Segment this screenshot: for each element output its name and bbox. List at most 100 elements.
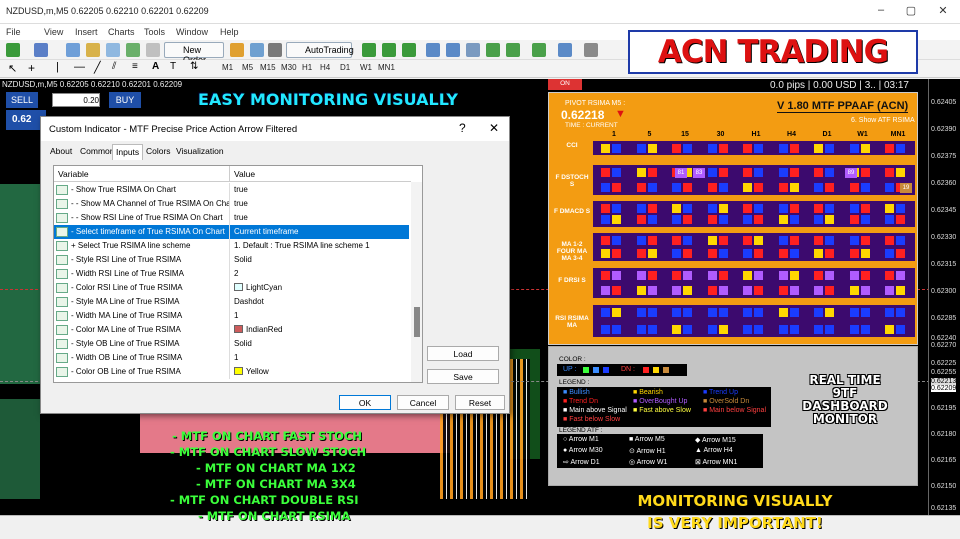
color-swatch[interactable] (234, 283, 243, 291)
cursor-icon[interactable]: ↖ (8, 62, 17, 75)
tf-m5[interactable]: M5 (242, 63, 253, 72)
value-cell[interactable]: 1. Default : True RSIMA line scheme 1 (229, 239, 409, 253)
line-chart-icon[interactable] (402, 43, 416, 57)
chart-shift-icon[interactable] (486, 43, 500, 57)
tab-colors[interactable]: Colors (143, 144, 174, 159)
maximize-icon[interactable]: ▢ (898, 4, 924, 20)
metaeditor-icon[interactable] (230, 43, 244, 57)
crosshair-icon[interactable]: + (28, 61, 35, 75)
value-cell[interactable]: LightCyan (229, 281, 409, 295)
cancel-button[interactable]: Cancel (397, 395, 449, 410)
save-button[interactable]: Save (427, 369, 499, 384)
tf-h1[interactable]: H1 (302, 63, 312, 72)
color-swatch[interactable] (234, 367, 243, 375)
input-row[interactable]: - Style RSI Line of True RSIMA Solid (54, 253, 409, 267)
grid-scrollbar[interactable] (411, 182, 422, 382)
input-row[interactable]: - Select timeframe of True RSIMA On Char… (54, 225, 409, 239)
menu-window[interactable]: Window (176, 27, 208, 37)
sell-button[interactable]: SELL (6, 92, 38, 108)
input-row[interactable]: - Show True RSIMA On Chart true (54, 183, 409, 197)
value-cell[interactable]: Solid (229, 253, 409, 267)
close-icon[interactable]: ✕ (930, 4, 956, 20)
autoscroll-icon[interactable] (506, 43, 520, 57)
templates-icon[interactable] (584, 43, 598, 57)
fibonacci-icon[interactable]: ≡ (132, 61, 138, 72)
terminal-icon[interactable] (126, 43, 140, 57)
color-swatch[interactable] (234, 325, 243, 333)
value-cell[interactable]: true (229, 211, 409, 225)
tf-m30[interactable]: M30 (281, 63, 297, 72)
profiles-icon[interactable] (34, 43, 48, 57)
tf-m15[interactable]: M15 (260, 63, 276, 72)
community-icon[interactable] (250, 43, 264, 57)
tester-icon[interactable] (146, 43, 160, 57)
new-order-button[interactable]: New Order (164, 42, 224, 65)
load-button[interactable]: Load (427, 346, 499, 361)
bar-chart-icon[interactable] (362, 43, 376, 57)
column-header-variable[interactable]: Variable (54, 166, 229, 182)
dialog-close-icon[interactable]: ✕ (489, 121, 499, 135)
value-cell[interactable]: IndianRed (229, 323, 409, 337)
autotrading-button[interactable]: AutoTrading (286, 42, 354, 58)
text-tool-icon[interactable]: A (152, 61, 159, 72)
input-row[interactable]: + Select True RSIMA line scheme 1. Defaul… (54, 239, 409, 253)
value-cell[interactable]: 1 (229, 351, 409, 365)
tf-m1[interactable]: M1 (222, 63, 233, 72)
help-icon[interactable]: ? (459, 121, 466, 135)
value-cell[interactable]: 2 (229, 267, 409, 281)
tile-windows-icon[interactable] (466, 43, 480, 57)
tab-about[interactable]: About (47, 144, 75, 159)
value-cell[interactable]: Dashdot (229, 295, 409, 309)
input-row[interactable]: - Width MA Line of True RSIMA 1 (54, 309, 409, 323)
minimize-icon[interactable]: – (868, 4, 894, 20)
menu-tools[interactable]: Tools (144, 27, 165, 37)
indicators-icon[interactable] (532, 43, 546, 57)
zoom-out-icon[interactable] (446, 43, 460, 57)
navigator-icon[interactable] (106, 43, 120, 57)
input-row[interactable]: - Style MA Line of True RSIMA Dashdot (54, 295, 409, 309)
value-cell[interactable]: true (229, 197, 409, 211)
market-watch-icon[interactable] (66, 43, 80, 57)
menu-view[interactable]: View (44, 27, 63, 37)
horizontal-line-icon[interactable]: — (74, 61, 85, 73)
data-window-icon[interactable] (86, 43, 100, 57)
grid-scroll-thumb[interactable] (414, 307, 420, 337)
menu-charts[interactable]: Charts (108, 27, 135, 37)
input-row[interactable]: - Width OB Line of True RSIMA 1 (54, 351, 409, 365)
tf-d1[interactable]: D1 (340, 63, 350, 72)
channel-icon[interactable]: ⫽ (112, 61, 116, 72)
input-row[interactable]: - Width RSI Line of True RSIMA 2 (54, 267, 409, 281)
periods-icon[interactable] (558, 43, 572, 57)
lots-input[interactable] (52, 93, 100, 107)
tf-h4[interactable]: H4 (320, 63, 330, 72)
value-cell[interactable]: 1 (229, 309, 409, 323)
input-row[interactable]: - - Show RSI Line of True RSIMA On Chart… (54, 211, 409, 225)
arrows-tool-icon[interactable]: ⇅ (190, 61, 198, 72)
value-cell[interactable]: Current timeframe (229, 225, 409, 239)
vertical-line-icon[interactable]: | (56, 61, 59, 73)
input-row[interactable]: - Style OB Line of True RSIMA Solid (54, 337, 409, 351)
tab-visualization[interactable]: Visualization (173, 144, 227, 159)
input-row[interactable]: - Color MA Line of True RSIMA IndianRed (54, 323, 409, 337)
menu-help[interactable]: Help (220, 27, 239, 37)
new-chart-icon[interactable] (6, 43, 20, 57)
tab-inputs[interactable]: Inputs (112, 144, 144, 160)
tf-w1[interactable]: W1 (360, 63, 372, 72)
menu-file[interactable]: File (6, 27, 21, 37)
ok-button[interactable]: OK (339, 395, 391, 410)
input-row[interactable]: - Color RSI Line of True RSIMA LightCyan (54, 281, 409, 295)
zoom-in-icon[interactable] (426, 43, 440, 57)
candlestick-icon[interactable] (382, 43, 396, 57)
label-tool-icon[interactable]: T (170, 61, 176, 72)
value-cell[interactable]: true (229, 183, 409, 197)
menu-insert[interactable]: Insert (75, 27, 98, 37)
value-cell[interactable]: Solid (229, 337, 409, 351)
value-cell[interactable]: Yellow (229, 365, 409, 379)
reset-button[interactable]: Reset (455, 395, 505, 410)
buy-button[interactable]: BUY (109, 92, 141, 108)
signals-icon[interactable] (268, 43, 282, 57)
trendline-icon[interactable]: ╱ (94, 61, 101, 74)
input-row[interactable]: - Color OB Line of True RSIMA Yellow (54, 365, 409, 379)
input-row[interactable]: - - Show MA Channel of True RSIMA On Cha… (54, 197, 409, 211)
tf-mn1[interactable]: MN1 (378, 63, 395, 72)
